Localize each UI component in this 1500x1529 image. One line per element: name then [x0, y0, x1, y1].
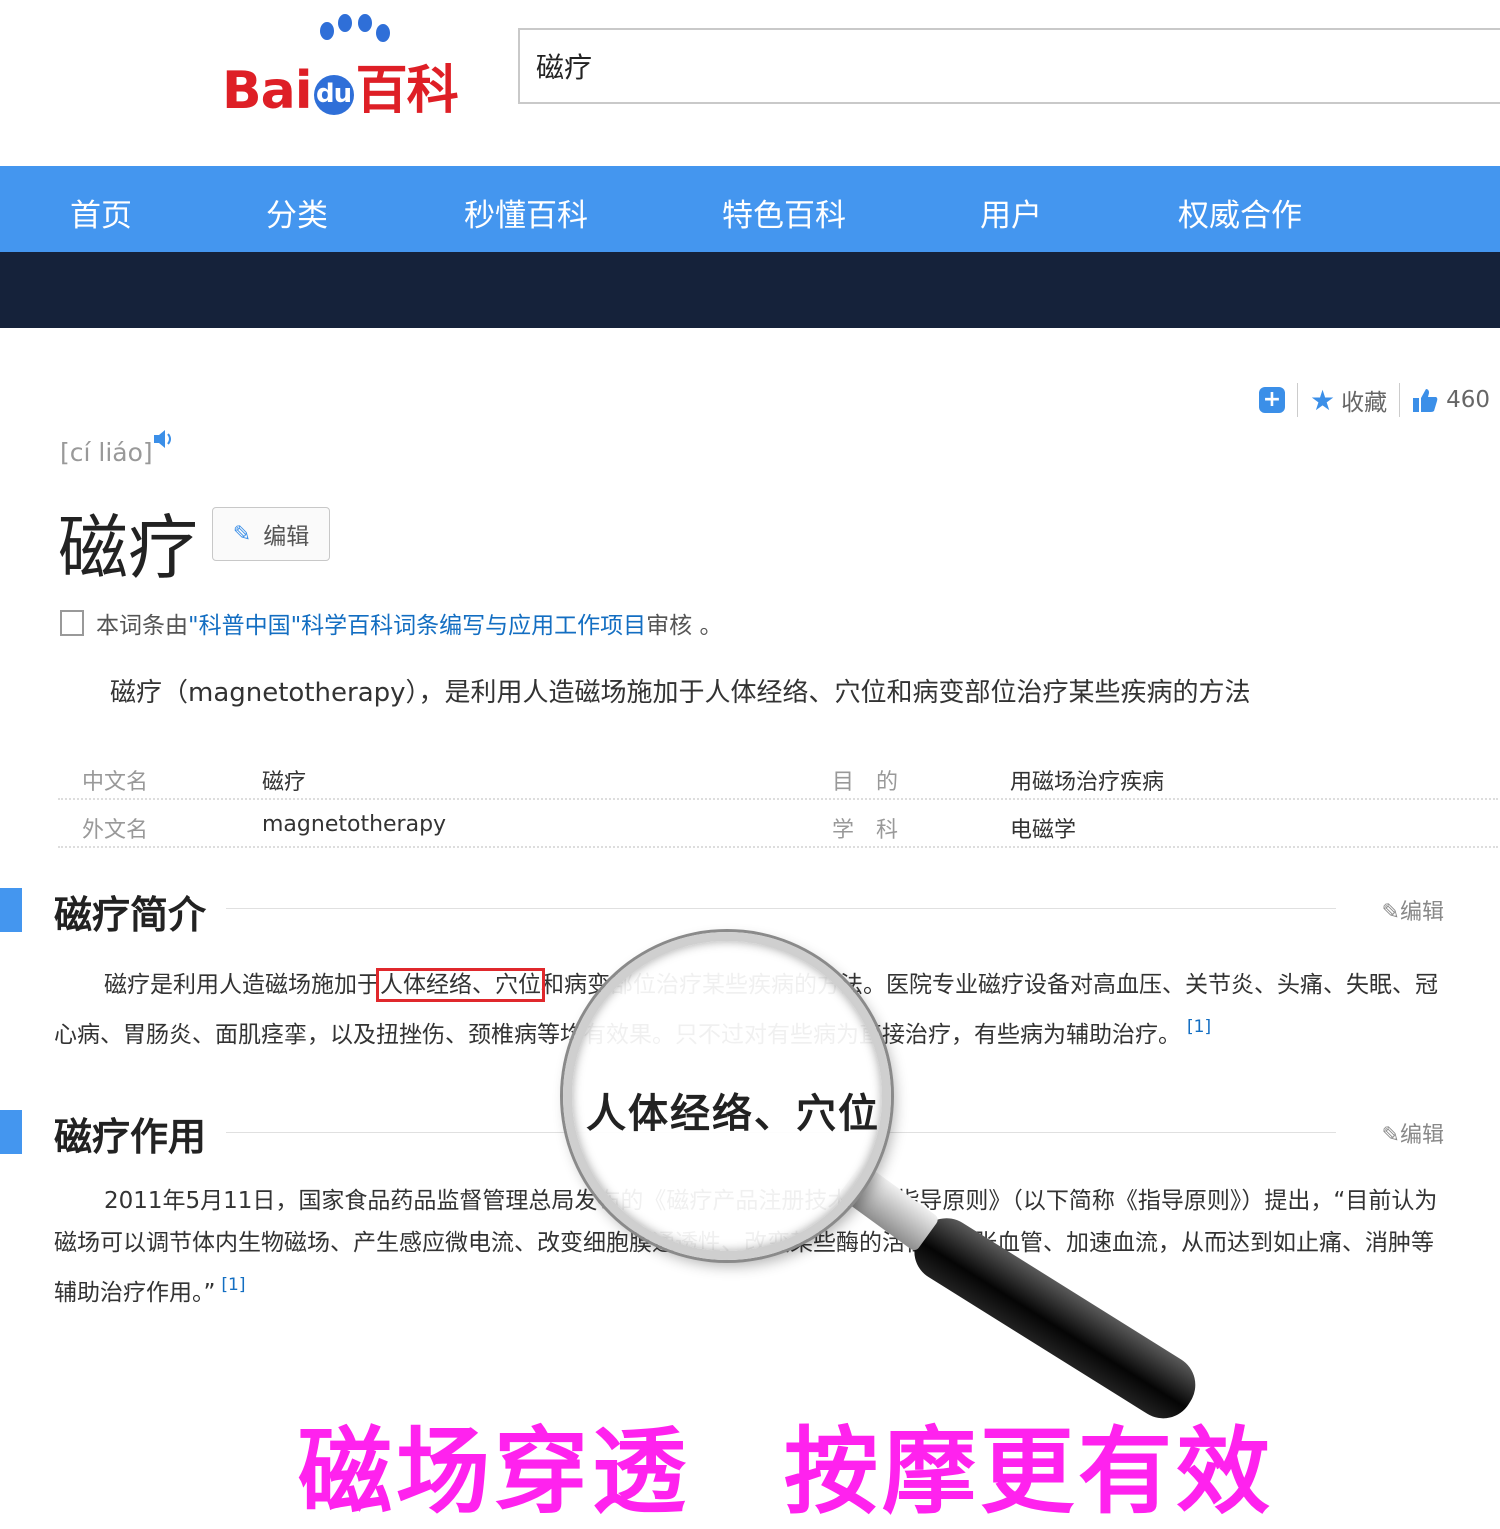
highlighted-term: 人体经络、穴位 — [376, 968, 545, 1002]
section-edit-button[interactable]: ✎编辑 — [1382, 894, 1444, 926]
basic-info-table: 中文名 磁疗 目 的 用磁场治疗疾病 外文名 magnetotherapy 学 … — [58, 752, 1498, 848]
page-title: 磁疗 — [58, 507, 198, 589]
slogan-right: 按摩更有效 — [784, 1418, 1275, 1527]
toolbar-divider — [1399, 383, 1401, 417]
info-label: 学 科 — [832, 818, 899, 843]
info-label: 外文名 — [82, 818, 149, 843]
info-row: 中文名 磁疗 目 的 用磁场治疗疾病 — [58, 752, 1498, 800]
paw-icon — [376, 24, 390, 42]
paw-icon — [338, 14, 352, 32]
document-icon — [60, 610, 84, 636]
nav-item-partners[interactable]: 权威合作 — [1178, 190, 1302, 235]
pencil-icon: ✎ — [1381, 1123, 1400, 1148]
paw-icon — [358, 14, 372, 32]
section-edit-label: 编辑 — [1399, 900, 1444, 925]
slogan-left: 磁场穿透 — [298, 1418, 691, 1527]
section-title-effect: 磁疗作用 — [54, 1115, 207, 1159]
edit-label: 编辑 — [263, 524, 310, 550]
info-value: magnetotherapy — [262, 812, 447, 837]
main-nav: 首页 分类 秒懂百科 特色百科 用户 权威合作 — [0, 166, 1500, 252]
section-marker — [0, 1110, 22, 1154]
review-link[interactable]: "科普中国"科学百科词条编写与应用工作项目 — [188, 606, 646, 640]
magnifying-glass-icon: 人体经络、穴位 — [563, 932, 891, 1260]
info-label: 目 的 — [832, 770, 899, 795]
nav-item-category[interactable]: 分类 — [266, 190, 328, 235]
reference-link[interactable]: [1] — [221, 1275, 245, 1295]
sub-nav-band — [0, 252, 1500, 328]
reference-link[interactable]: [1] — [1187, 1017, 1211, 1037]
add-plus-icon[interactable]: + — [1258, 387, 1285, 413]
pinyin: [cí liáo] — [60, 438, 153, 467]
pencil-icon: ✎ — [1381, 900, 1400, 925]
entry-summary: 磁疗（magnetotherapy），是利用人造磁场施加于人体经络、穴位和病变部… — [110, 678, 1251, 708]
collect-button[interactable]: ★ 收藏 — [1310, 383, 1387, 417]
speaker-icon[interactable] — [152, 428, 178, 456]
like-button[interactable]: 460 — [1412, 387, 1490, 413]
section-title-intro: 磁疗简介 — [54, 893, 207, 937]
section-edit-button[interactable]: ✎编辑 — [1382, 1117, 1444, 1149]
header: Bai du百科 — [0, 0, 1500, 166]
info-value: 电磁学 — [1010, 818, 1077, 843]
logo-baike: 百科 — [355, 61, 459, 121]
para-text: 磁疗是利用人造磁场施加于 — [104, 972, 380, 998]
entry-toolbar: + ★ 收藏 460 — [1258, 380, 1490, 420]
toolbar-divider — [1296, 383, 1298, 417]
search-box[interactable] — [518, 28, 1500, 104]
review-notice: 本词条由 "科普中国"科学百科词条编写与应用工作项目 审核 。 — [60, 606, 722, 640]
nav-item-home[interactable]: 首页 — [70, 190, 132, 235]
logo-text: Bai du百科 — [222, 48, 459, 123]
collect-label: 收藏 — [1341, 390, 1388, 416]
magnified-text: 人体经络、穴位 — [586, 1091, 880, 1137]
paw-icon — [320, 22, 334, 40]
nav-item-miaodong[interactable]: 秒懂百科 — [464, 190, 588, 235]
section-edit-label: 编辑 — [1399, 1123, 1444, 1148]
review-prefix: 本词条由 — [96, 613, 188, 639]
thumbs-up-icon — [1413, 389, 1438, 412]
section-divider — [226, 908, 1336, 909]
like-count: 460 — [1446, 387, 1490, 413]
nav-item-featured[interactable]: 特色百科 — [722, 190, 846, 235]
logo-bai: Bai — [222, 61, 313, 121]
section-marker — [0, 888, 22, 932]
info-value: 磁疗 — [262, 770, 307, 795]
nav-item-user[interactable]: 用户 — [980, 190, 1042, 235]
info-row: 外文名 magnetotherapy 学 科 电磁学 — [58, 800, 1498, 848]
info-value: 用磁场治疗疾病 — [1010, 770, 1165, 795]
review-suffix: 审核 。 — [646, 613, 723, 639]
edit-button[interactable]: ✎ 编辑 — [212, 507, 330, 561]
info-label: 中文名 — [82, 770, 149, 795]
baidu-baike-logo[interactable]: Bai du百科 — [222, 10, 484, 121]
search-input[interactable] — [520, 30, 1500, 102]
logo-du: du — [313, 75, 354, 115]
star-icon: ★ — [1309, 383, 1336, 417]
pencil-icon: ✎ — [232, 521, 252, 547]
